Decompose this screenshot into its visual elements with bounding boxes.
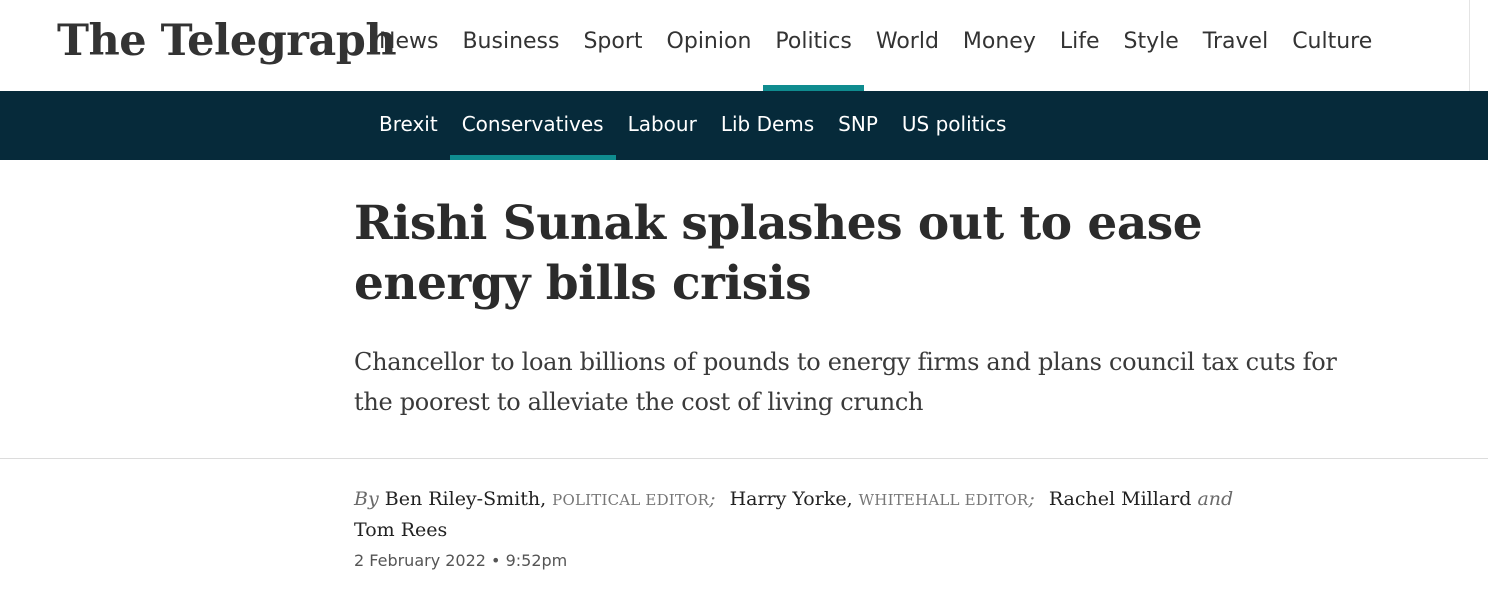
nav-item-style[interactable]: Style [1112,0,1191,91]
telegraph-logo[interactable]: The Telegraph [57,12,397,70]
author-link-ben-riley-smith[interactable]: Ben Riley-Smith, [385,488,546,510]
author-role: POLITICAL EDITOR [552,491,710,509]
subnav-item-conservatives[interactable]: Conservatives [449,91,616,160]
author-link-tom-rees[interactable]: Tom Rees [354,519,447,541]
subnav-item-us-politics[interactable]: US politics [890,91,1019,160]
subnav-item-snp[interactable]: SNP [826,91,890,160]
nav-item-politics[interactable]: Politics [763,0,865,91]
nav-item-travel[interactable]: Travel [1191,0,1280,91]
subnav-item-brexit[interactable]: Brexit [367,91,450,160]
nav-item-news[interactable]: News [367,0,450,91]
publish-date: 2 February 2022 • 9:52pm [354,551,568,570]
nav-item-business[interactable]: Business [450,0,571,91]
author-role: WHITEHALL EDITOR [858,491,1029,509]
byline-conjunction: and [1197,488,1234,510]
nav-item-life[interactable]: Life [1048,0,1112,91]
secondary-nav-bar: Brexit Conservatives Labour Lib Dems SNP… [0,91,1488,160]
nav-item-sport[interactable]: Sport [571,0,654,91]
nav-item-opinion[interactable]: Opinion [655,0,764,91]
byline-separator: ; [1028,488,1035,510]
article-headline: Rishi Sunak splashes out to ease energy … [354,196,1203,311]
site-header: The Telegraph News Business Sport Opinio… [0,0,1488,91]
nav-item-world[interactable]: World [864,0,951,91]
section-divider [0,458,1488,459]
primary-nav: News Business Sport Opinion Politics Wor… [367,0,1384,91]
article-byline: By Ben Riley-Smith, POLITICAL EDITOR; Ha… [354,484,1284,545]
nav-item-money[interactable]: Money [951,0,1048,91]
subnav-item-lib-dems[interactable]: Lib Dems [709,91,826,160]
article-standfirst: Chancellor to loan billions of pounds to… [354,348,1337,416]
author-link-harry-yorke[interactable]: Harry Yorke, [730,488,853,510]
byline-separator: ; [709,488,716,510]
header-divider [1469,0,1470,91]
secondary-nav: Brexit Conservatives Labour Lib Dems SNP… [367,91,1018,160]
byline-prefix: By [354,488,379,510]
author-link-rachel-millard[interactable]: Rachel Millard [1049,488,1192,510]
nav-item-culture[interactable]: Culture [1280,0,1384,91]
subnav-item-labour[interactable]: Labour [616,91,709,160]
